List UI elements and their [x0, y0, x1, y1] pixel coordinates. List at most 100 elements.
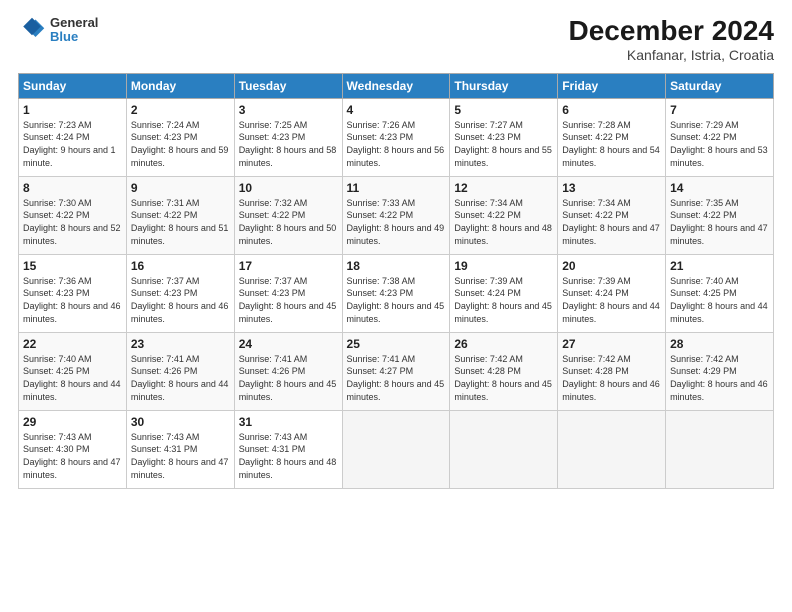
day-info: Sunrise: 7:25 AM Sunset: 4:23 PM Dayligh… [239, 119, 338, 169]
calendar-week-row: 1 Sunrise: 7:23 AM Sunset: 4:24 PM Daylig… [19, 98, 774, 176]
day-number: 20 [562, 259, 661, 273]
calendar-day-cell: 30 Sunrise: 7:43 AM Sunset: 4:31 PM Dayli… [126, 410, 234, 488]
logo-text: General Blue [50, 16, 98, 45]
day-number: 11 [347, 181, 446, 195]
day-info: Sunrise: 7:27 AM Sunset: 4:23 PM Dayligh… [454, 119, 553, 169]
calendar-day-cell: 4Sunrise: 7:26 AM Sunset: 4:23 PM Daylig… [342, 98, 450, 176]
calendar-day-cell: 3 Sunrise: 7:25 AM Sunset: 4:23 PM Daylig… [234, 98, 342, 176]
day-info: Sunrise: 7:39 AM Sunset: 4:24 PM Dayligh… [454, 275, 553, 325]
day-info: Sunrise: 7:32 AM Sunset: 4:22 PM Dayligh… [239, 197, 338, 247]
calendar-day-cell: 18 Sunrise: 7:38 AM Sunset: 4:23 PM Dayli… [342, 254, 450, 332]
day-number: 23 [131, 337, 230, 351]
day-info: Sunrise: 7:41 AM Sunset: 4:26 PM Dayligh… [131, 353, 230, 403]
calendar-day-cell [666, 410, 774, 488]
calendar-day-cell: 1 Sunrise: 7:23 AM Sunset: 4:24 PM Daylig… [19, 98, 127, 176]
day-number: 27 [562, 337, 661, 351]
logo-line1: General [50, 16, 98, 30]
day-number: 13 [562, 181, 661, 195]
day-number: 9 [131, 181, 230, 195]
weekday-header-row: SundayMondayTuesdayWednesdayThursdayFrid… [19, 73, 774, 98]
day-number: 12 [454, 181, 553, 195]
calendar-day-cell: 6 Sunrise: 7:28 AM Sunset: 4:22 PM Daylig… [558, 98, 666, 176]
day-info: Sunrise: 7:38 AM Sunset: 4:23 PM Dayligh… [347, 275, 446, 325]
day-info: Sunrise: 7:43 AM Sunset: 4:30 PM Dayligh… [23, 431, 122, 481]
day-number: 2 [131, 103, 230, 117]
day-number: 7 [670, 103, 769, 117]
day-number: 17 [239, 259, 338, 273]
calendar-day-cell: 19 Sunrise: 7:39 AM Sunset: 4:24 PM Dayli… [450, 254, 558, 332]
day-info: Sunrise: 7:43 AM Sunset: 4:31 PM Dayligh… [239, 431, 338, 481]
day-number: 5 [454, 103, 553, 117]
day-number: 10 [239, 181, 338, 195]
calendar-day-cell: 13 Sunrise: 7:34 AM Sunset: 4:22 PM Dayli… [558, 176, 666, 254]
weekday-header: Monday [126, 73, 234, 98]
calendar-day-cell: 29Sunrise: 7:43 AM Sunset: 4:30 PM Dayli… [19, 410, 127, 488]
weekday-header: Wednesday [342, 73, 450, 98]
calendar-day-cell: 26 Sunrise: 7:42 AM Sunset: 4:28 PM Dayli… [450, 332, 558, 410]
header: General Blue December 2024 Kanfanar, Ist… [18, 16, 774, 63]
calendar-day-cell: 2Sunrise: 7:24 AM Sunset: 4:23 PM Daylig… [126, 98, 234, 176]
calendar-day-cell: 31 Sunrise: 7:43 AM Sunset: 4:31 PM Dayli… [234, 410, 342, 488]
weekday-header: Saturday [666, 73, 774, 98]
day-info: Sunrise: 7:30 AM Sunset: 4:22 PM Dayligh… [23, 197, 122, 247]
calendar-day-cell: 15 Sunrise: 7:36 AM Sunset: 4:23 PM Dayli… [19, 254, 127, 332]
day-number: 21 [670, 259, 769, 273]
calendar-title: December 2024 [569, 16, 774, 47]
calendar-day-cell: 12 Sunrise: 7:34 AM Sunset: 4:22 PM Dayli… [450, 176, 558, 254]
logo: General Blue [18, 16, 98, 45]
day-info: Sunrise: 7:33 AM Sunset: 4:22 PM Dayligh… [347, 197, 446, 247]
calendar-day-cell: 7 Sunrise: 7:29 AM Sunset: 4:22 PM Daylig… [666, 98, 774, 176]
weekday-header: Friday [558, 73, 666, 98]
calendar-day-cell: 22 Sunrise: 7:40 AM Sunset: 4:25 PM Dayli… [19, 332, 127, 410]
day-number: 19 [454, 259, 553, 273]
day-info: Sunrise: 7:26 AM Sunset: 4:23 PM Dayligh… [347, 119, 446, 169]
day-number: 6 [562, 103, 661, 117]
day-info: Sunrise: 7:41 AM Sunset: 4:27 PM Dayligh… [347, 353, 446, 403]
day-info: Sunrise: 7:41 AM Sunset: 4:26 PM Dayligh… [239, 353, 338, 403]
day-info: Sunrise: 7:42 AM Sunset: 4:28 PM Dayligh… [562, 353, 661, 403]
calendar-day-cell: 9 Sunrise: 7:31 AM Sunset: 4:22 PM Daylig… [126, 176, 234, 254]
day-number: 31 [239, 415, 338, 429]
day-info: Sunrise: 7:23 AM Sunset: 4:24 PM Dayligh… [23, 119, 122, 169]
calendar-day-cell [342, 410, 450, 488]
calendar-subtitle: Kanfanar, Istria, Croatia [569, 47, 774, 63]
day-info: Sunrise: 7:31 AM Sunset: 4:22 PM Dayligh… [131, 197, 230, 247]
day-number: 18 [347, 259, 446, 273]
logo-icon [18, 16, 46, 44]
logo-line2: Blue [50, 30, 98, 44]
calendar-day-cell: 16 Sunrise: 7:37 AM Sunset: 4:23 PM Dayli… [126, 254, 234, 332]
weekday-header: Thursday [450, 73, 558, 98]
day-info: Sunrise: 7:29 AM Sunset: 4:22 PM Dayligh… [670, 119, 769, 169]
day-info: Sunrise: 7:40 AM Sunset: 4:25 PM Dayligh… [670, 275, 769, 325]
day-number: 30 [131, 415, 230, 429]
calendar-week-row: 15 Sunrise: 7:36 AM Sunset: 4:23 PM Dayli… [19, 254, 774, 332]
day-info: Sunrise: 7:40 AM Sunset: 4:25 PM Dayligh… [23, 353, 122, 403]
calendar-day-cell: 5 Sunrise: 7:27 AM Sunset: 4:23 PM Daylig… [450, 98, 558, 176]
day-info: Sunrise: 7:42 AM Sunset: 4:28 PM Dayligh… [454, 353, 553, 403]
calendar-day-cell: 20Sunrise: 7:39 AM Sunset: 4:24 PM Dayli… [558, 254, 666, 332]
day-number: 8 [23, 181, 122, 195]
weekday-header: Sunday [19, 73, 127, 98]
day-number: 25 [347, 337, 446, 351]
calendar-day-cell: 11 Sunrise: 7:33 AM Sunset: 4:22 PM Dayli… [342, 176, 450, 254]
calendar-table: SundayMondayTuesdayWednesdayThursdayFrid… [18, 73, 774, 489]
day-info: Sunrise: 7:36 AM Sunset: 4:23 PM Dayligh… [23, 275, 122, 325]
day-number: 1 [23, 103, 122, 117]
calendar-day-cell: 25 Sunrise: 7:41 AM Sunset: 4:27 PM Dayli… [342, 332, 450, 410]
day-number: 16 [131, 259, 230, 273]
day-number: 15 [23, 259, 122, 273]
day-info: Sunrise: 7:34 AM Sunset: 4:22 PM Dayligh… [562, 197, 661, 247]
day-info: Sunrise: 7:28 AM Sunset: 4:22 PM Dayligh… [562, 119, 661, 169]
calendar-day-cell [450, 410, 558, 488]
calendar-day-cell: 27 Sunrise: 7:42 AM Sunset: 4:28 PM Dayli… [558, 332, 666, 410]
day-number: 3 [239, 103, 338, 117]
page: General Blue December 2024 Kanfanar, Ist… [0, 0, 792, 612]
title-block: December 2024 Kanfanar, Istria, Croatia [569, 16, 774, 63]
day-number: 22 [23, 337, 122, 351]
calendar-day-cell: 14Sunrise: 7:35 AM Sunset: 4:22 PM Dayli… [666, 176, 774, 254]
day-info: Sunrise: 7:43 AM Sunset: 4:31 PM Dayligh… [131, 431, 230, 481]
day-info: Sunrise: 7:34 AM Sunset: 4:22 PM Dayligh… [454, 197, 553, 247]
day-info: Sunrise: 7:37 AM Sunset: 4:23 PM Dayligh… [131, 275, 230, 325]
calendar-day-cell: 21 Sunrise: 7:40 AM Sunset: 4:25 PM Dayli… [666, 254, 774, 332]
day-number: 26 [454, 337, 553, 351]
